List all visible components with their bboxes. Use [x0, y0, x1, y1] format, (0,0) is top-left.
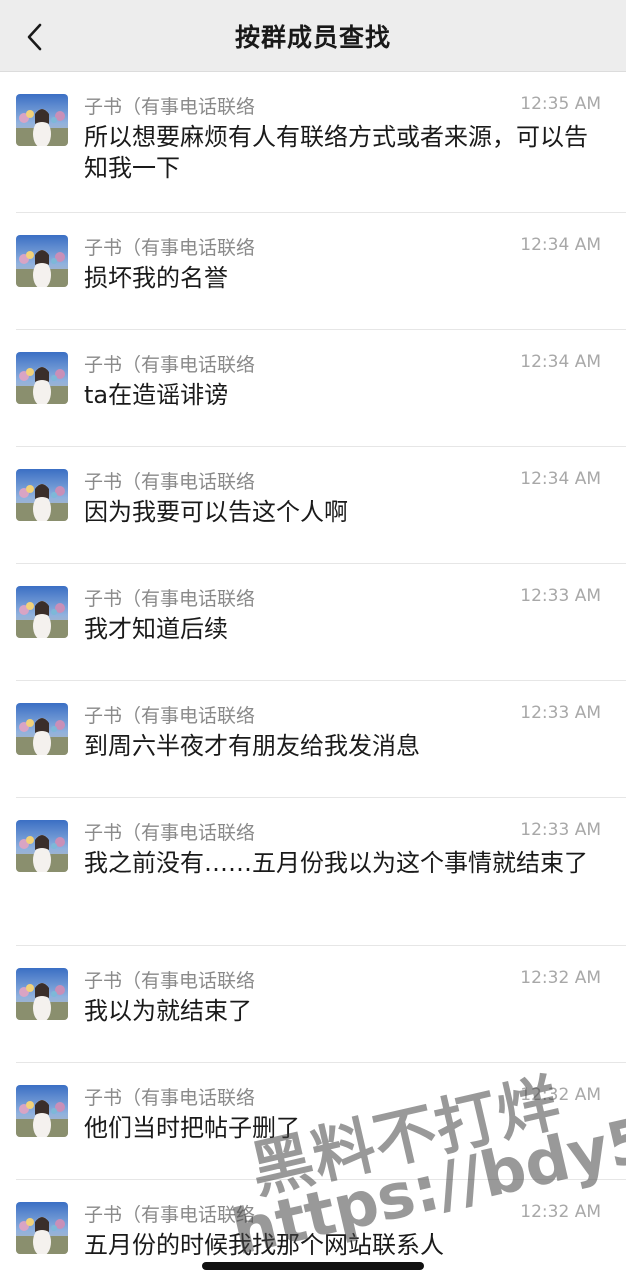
message-row[interactable]: 子书（有事电话联络 12:32 AM 五月份的时候我找那个网站联系人: [0, 1180, 626, 1272]
profile-photo-icon: [16, 820, 68, 872]
profile-photo-icon: [16, 586, 68, 638]
search-results-list[interactable]: 子书（有事电话联络 12:35 AM 所以想要麻烦有人有联络方式或者来源，可以告…: [0, 72, 626, 1272]
navigation-bar: 按群成员查找: [0, 0, 626, 72]
message-time: 12:32 AM: [520, 1085, 601, 1105]
sender-name: 子书（有事电话联络: [84, 237, 256, 259]
profile-photo-icon: [16, 352, 68, 404]
sender-name: 子书（有事电话联络: [84, 588, 256, 610]
message-text: 损坏我的名誉: [84, 264, 228, 292]
message-text: 五月份的时候我找那个网站联系人: [84, 1231, 444, 1259]
avatar[interactable]: [16, 469, 68, 521]
profile-photo-icon: [16, 968, 68, 1020]
message-time: 12:33 AM: [520, 703, 601, 723]
message-time: 12:33 AM: [520, 586, 601, 606]
message-row[interactable]: 子书（有事电话联络 12:34 AM 因为我要可以告这个人啊: [0, 447, 626, 564]
sender-name: 子书（有事电话联络: [84, 1204, 256, 1226]
profile-photo-icon: [16, 469, 68, 521]
message-time: 12:32 AM: [520, 968, 601, 988]
avatar[interactable]: [16, 94, 68, 146]
message-time: 12:34 AM: [520, 352, 601, 372]
message-text: 我以为就结束了: [84, 997, 252, 1025]
profile-photo-icon: [16, 1202, 68, 1254]
message-text: 我之前没有……五月份我以为这个事情就结束了: [84, 849, 588, 877]
profile-photo-icon: [16, 703, 68, 755]
profile-photo-icon: [16, 94, 68, 146]
sender-name: 子书（有事电话联络: [84, 354, 256, 376]
avatar[interactable]: [16, 703, 68, 755]
avatar[interactable]: [16, 968, 68, 1020]
message-text: 我才知道后续: [84, 615, 228, 643]
message-row[interactable]: 子书（有事电话联络 12:33 AM 我之前没有……五月份我以为这个事情就结束了: [0, 798, 626, 946]
message-row[interactable]: 子书（有事电话联络 12:35 AM 所以想要麻烦有人有联络方式或者来源，可以告…: [0, 72, 626, 213]
message-time: 12:33 AM: [520, 820, 601, 840]
message-text: 他们当时把帖子删了: [84, 1114, 300, 1142]
avatar[interactable]: [16, 235, 68, 287]
sender-name: 子书（有事电话联络: [84, 970, 256, 992]
message-time: 12:35 AM: [520, 94, 601, 114]
message-row[interactable]: 子书（有事电话联络 12:34 AM 损坏我的名誉: [0, 213, 626, 330]
page-title: 按群成员查找: [234, 23, 391, 52]
avatar[interactable]: [16, 1202, 68, 1254]
message-row[interactable]: 子书（有事电话联络 12:32 AM 他们当时把帖子删了: [0, 1063, 626, 1180]
avatar[interactable]: [16, 352, 68, 404]
message-time: 12:34 AM: [520, 235, 601, 255]
sender-name: 子书（有事电话联络: [84, 822, 256, 844]
avatar[interactable]: [16, 586, 68, 638]
message-time: 12:34 AM: [520, 469, 601, 489]
sender-name: 子书（有事电话联络: [84, 705, 256, 727]
profile-photo-icon: [16, 235, 68, 287]
message-text: 所以想要麻烦有人有联络方式或者来源，可以告知我一下: [84, 123, 588, 182]
avatar[interactable]: [16, 1085, 68, 1137]
message-row[interactable]: 子书（有事电话联络 12:32 AM 我以为就结束了: [0, 946, 626, 1063]
sender-name: 子书（有事电话联络: [84, 1087, 256, 1109]
sender-name: 子书（有事电话联络: [84, 96, 256, 118]
home-indicator[interactable]: [202, 1262, 424, 1270]
message-text: ta在造谣诽谤: [84, 381, 229, 409]
message-row[interactable]: 子书（有事电话联络 12:33 AM 我才知道后续: [0, 564, 626, 681]
profile-photo-icon: [16, 1085, 68, 1137]
sender-name: 子书（有事电话联络: [84, 471, 256, 493]
message-text: 到周六半夜才有朋友给我发消息: [84, 732, 420, 760]
message-text: 因为我要可以告这个人啊: [84, 498, 348, 526]
avatar[interactable]: [16, 820, 68, 872]
message-row[interactable]: 子书（有事电话联络 12:34 AM ta在造谣诽谤: [0, 330, 626, 447]
message-row[interactable]: 子书（有事电话联络 12:33 AM 到周六半夜才有朋友给我发消息: [0, 681, 626, 798]
message-time: 12:32 AM: [520, 1202, 601, 1222]
